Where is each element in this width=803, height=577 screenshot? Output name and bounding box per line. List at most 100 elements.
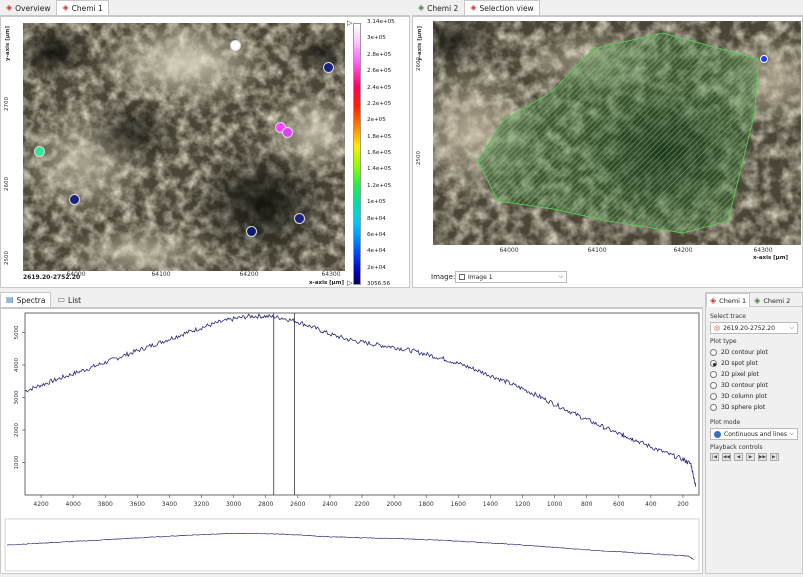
x-tick-label: 4000 xyxy=(66,501,81,508)
x-tick-label: 200 xyxy=(677,501,689,508)
right-y-tick-2500: 2500 xyxy=(416,151,422,165)
side-tab-chemi-1[interactable]: ◈ Chemi 1 xyxy=(706,293,751,307)
plot-mode-icon xyxy=(714,430,721,438)
plot-type-option[interactable]: 2D spot plot xyxy=(710,358,798,369)
plot-type-label: 3D sphere plot xyxy=(721,404,766,411)
overview-icon: ◈ xyxy=(6,3,13,12)
x-tick-label: 2400 xyxy=(322,501,337,508)
colorbar-label: 2e+04 xyxy=(367,264,386,271)
x-tick-label: 1000 xyxy=(547,501,562,508)
bottom-tabbar: ▤ Spectra ▭ List xyxy=(0,292,703,308)
radio-button[interactable] xyxy=(710,349,717,356)
plot-type-option[interactable]: 3D sphere plot xyxy=(710,402,798,413)
colorbar-label: 4e+04 xyxy=(367,248,386,255)
chevron-down-icon: ⌵ xyxy=(789,324,794,331)
x-tick-label: 400 xyxy=(645,501,657,508)
radio-button[interactable] xyxy=(710,382,717,389)
plot-type-option[interactable]: 2D pixel plot xyxy=(710,369,798,380)
measurement-spot[interactable] xyxy=(69,193,81,205)
measurement-spot[interactable] xyxy=(294,213,306,225)
tab-selection-view[interactable]: ◈ Selection view xyxy=(464,0,540,15)
plot-type-option[interactable]: 3D contour plot xyxy=(710,380,798,391)
radio-button[interactable] xyxy=(710,393,717,400)
top-left-tabbar: ◈ Overview ◈ Chemi 1 xyxy=(0,0,410,16)
colorbar-bottom-marker-icon[interactable]: ▷ xyxy=(347,279,352,287)
select-trace-dropdown[interactable]: ◎ 2619.20-2752.20 ⌵ xyxy=(710,322,798,334)
left-x-tick-64300: 64300 xyxy=(321,271,341,278)
radio-button[interactable] xyxy=(710,360,717,367)
selection-image[interactable] xyxy=(433,21,801,245)
playback-button[interactable]: ▶ xyxy=(746,453,755,461)
tab-chemi-2[interactable]: ◈ Chemi 2 xyxy=(412,0,464,15)
left-x-tick-64100: 64100 xyxy=(151,271,171,278)
left-x-axis-title: x-axis [μm] xyxy=(309,280,344,286)
tab-spectra[interactable]: ▤ Spectra xyxy=(0,292,52,307)
selection-spot[interactable] xyxy=(760,55,768,63)
x-tick-label: 1800 xyxy=(419,501,434,508)
x-tick-label: 800 xyxy=(581,501,593,508)
tab-chemi-1[interactable]: ◈ Chemi 1 xyxy=(56,0,109,15)
right-view-panel: y-axis [μm] 2600 2500 64000 64100 64200 … xyxy=(412,16,803,288)
image-thumb-icon xyxy=(459,274,465,280)
side-panel-body: Select trace ◎ 2619.20-2752.20 ⌵ Plot ty… xyxy=(706,307,802,463)
x-tick-label: 1600 xyxy=(451,501,466,508)
select-trace-label: Select trace xyxy=(710,313,746,320)
playback-button[interactable]: ▶▶ xyxy=(758,453,767,461)
y-tick-label: 3000 xyxy=(14,390,20,404)
chemi-icon: ◈ xyxy=(62,3,69,12)
plot-type-label: 2D contour plot xyxy=(721,349,768,356)
chemi2-icon: ◈ xyxy=(754,295,761,305)
spectra-icon: ▤ xyxy=(6,295,14,304)
measurement-spot[interactable] xyxy=(323,62,335,74)
tab-list[interactable]: ▭ List xyxy=(51,292,87,307)
playback-controls: |◀ ◀◀ ◀ ▶ ▶▶ ▶| xyxy=(710,453,798,461)
measurement-spot[interactable] xyxy=(33,146,45,158)
list-icon: ▭ xyxy=(57,295,66,304)
image-select-dropdown[interactable]: Image 1 ⌵ xyxy=(455,271,567,283)
radio-button[interactable] xyxy=(710,404,717,411)
plot-type-label: 2D spot plot xyxy=(721,360,758,367)
x-tick-label: 4200 xyxy=(33,501,48,508)
side-tab-chemi-2[interactable]: ◈ Chemi 2 xyxy=(750,293,794,307)
tab-overview[interactable]: ◈ Overview xyxy=(0,0,56,15)
measurement-spot[interactable] xyxy=(246,225,258,237)
playback-button[interactable]: |◀ xyxy=(710,453,719,461)
chevron-down-icon: ⌵ xyxy=(558,273,563,280)
colorbar-label: 1.2e+05 xyxy=(367,182,392,189)
right-x-tick-64000: 64000 xyxy=(499,247,519,254)
colorbar-label: 3056.56 xyxy=(367,281,391,287)
playback-button[interactable]: ◀ xyxy=(734,453,743,461)
y-tick-label: 1000 xyxy=(14,455,20,469)
image-select-label: Image: xyxy=(431,273,456,281)
measurement-spot[interactable] xyxy=(230,39,242,51)
x-tick-label: 3200 xyxy=(194,501,209,508)
plot-type-option[interactable]: 3D column plot xyxy=(710,391,798,402)
colorbar-label: 3.14e+05 xyxy=(367,19,395,25)
right-x-tick-64200: 64200 xyxy=(673,247,693,254)
colorbar-label: 2.4e+05 xyxy=(367,84,392,91)
playback-button[interactable]: ▶| xyxy=(770,453,779,461)
right-x-axis-title: x-axis [μm] xyxy=(753,255,788,261)
plot-type-label: 3D column plot xyxy=(721,393,767,400)
spectra-chart[interactable]: 4200 4000 3800 3600 3400 3200 3000 2800 2600 2400… xyxy=(1,309,704,575)
radio-button[interactable] xyxy=(710,371,717,378)
colorbar-top-marker-icon[interactable]: ▷ xyxy=(347,19,352,27)
x-tick-label: 600 xyxy=(613,501,625,508)
plot-type-option[interactable]: 2D contour plot xyxy=(710,347,798,358)
chemi2-icon: ◈ xyxy=(418,3,425,12)
x-tick-label: 2800 xyxy=(258,501,273,508)
y-tick-label: 5000 xyxy=(14,325,20,339)
measurement-spot[interactable] xyxy=(281,126,293,138)
plot-mode-dropdown[interactable]: Continuous and lines ⌵ xyxy=(710,428,798,440)
trace-icon: ◎ xyxy=(714,324,721,332)
colorbar-label: 2e+05 xyxy=(367,117,386,124)
x-tick-label: 3000 xyxy=(226,501,241,508)
spectra-panel: 4200 4000 3800 3600 3400 3200 3000 2800 2600 2400… xyxy=(0,308,703,574)
right-y-axis-title: y-axis [μm] xyxy=(417,25,423,61)
left-view-panel: y-axis [μm] 2700 2600 2500 2619.20-2752.… xyxy=(0,16,410,288)
x-tick-label: 1200 xyxy=(515,501,530,508)
x-tick-label: 1400 xyxy=(483,501,498,508)
playback-button[interactable]: ◀◀ xyxy=(722,453,731,461)
microscope-image[interactable] xyxy=(23,23,345,271)
colorbar xyxy=(353,23,361,285)
